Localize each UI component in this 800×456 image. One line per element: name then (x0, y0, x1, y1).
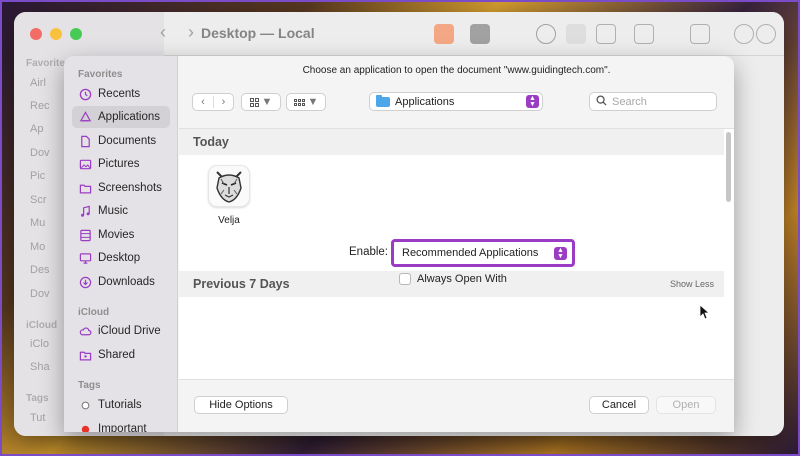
location-select-value: Applications (395, 95, 455, 108)
always-open-with-label: Always Open With (417, 273, 507, 285)
sidebar-item-label: Documents (98, 135, 157, 147)
picture-icon (79, 158, 92, 171)
open-button[interactable]: Open (656, 396, 716, 414)
location-select[interactable]: Applications ▲ ▼ (369, 92, 543, 111)
sidebar-item-label: Screenshots (98, 182, 162, 194)
document-icon (79, 135, 92, 148)
sidebar-item-label: Downloads (98, 276, 155, 288)
tags-heading: Tags (78, 380, 101, 391)
folder-icon (376, 94, 390, 107)
sidebar-item-label: Recents (98, 88, 141, 100)
scrollbar[interactable] (725, 129, 732, 209)
sidebar-item-recents[interactable]: Recents (72, 83, 170, 105)
search-icon (596, 93, 607, 111)
tag-dot-icon (79, 399, 92, 412)
app-label: Velja (218, 215, 240, 226)
sidebar-item-label: iCloud Drive (98, 325, 161, 337)
open-with-dialog: Favorites Recents Applications Documents… (64, 56, 734, 432)
section-title: Previous 7 Days (193, 277, 290, 291)
always-open-with-option[interactable]: Always Open With (399, 273, 507, 285)
sidebar-item-shared[interactable]: Shared (72, 344, 170, 366)
back-forward-buttons: ‹ › (192, 93, 234, 111)
film-icon (79, 229, 92, 242)
sidebar-tag-important[interactable]: Important (72, 418, 170, 432)
always-open-with-checkbox[interactable] (399, 273, 411, 285)
sidebar-item-applications[interactable]: Applications (72, 106, 170, 128)
desktop-icon (79, 252, 92, 265)
folder-icon (79, 182, 92, 195)
sidebar-item-label: Music (98, 205, 129, 217)
section-title: Today (193, 135, 229, 149)
sidebar-item-downloads[interactable]: Downloads (72, 271, 170, 293)
gallery-grid-icon (293, 98, 305, 106)
dialog-main: Choose an application to open the docume… (179, 56, 734, 432)
mouse-cursor-icon (699, 304, 709, 320)
back-button[interactable]: ‹ (193, 96, 213, 108)
sidebar-item-icloud-drive[interactable]: iCloud Drive (72, 320, 170, 342)
search-input[interactable] (612, 95, 712, 108)
sidebar-item-label: Shared (98, 349, 136, 361)
favorites-heading: Favorites (78, 69, 123, 80)
search-field[interactable] (589, 92, 717, 111)
scrollbar-thumb[interactable] (726, 132, 731, 202)
clock-icon (79, 88, 92, 101)
icon-view-button[interactable]: ▼ (241, 93, 281, 111)
dialog-sidebar: Favorites Recents Applications Documents… (64, 56, 178, 432)
velja-app-icon (208, 165, 250, 207)
sidebar-item-label: Movies (98, 229, 135, 241)
sidebar-item-movies[interactable]: Movies (72, 224, 170, 246)
sidebar-item-label: Important (98, 423, 147, 432)
popup-stepper-icon: ▲ ▼ (554, 247, 567, 260)
applications-icon (79, 110, 92, 124)
enable-select-value: Recommended Applications (402, 247, 539, 259)
chevron-down-icon: ▼ (261, 96, 273, 108)
cloud-icon (79, 325, 92, 338)
chevron-down-icon: ▼ (307, 96, 319, 108)
sidebar-tag-tutorials[interactable]: Tutorials (72, 394, 170, 416)
section-header-today: Today (179, 129, 724, 155)
sidebar-item-pictures[interactable]: Pictures (72, 153, 170, 175)
download-icon (79, 276, 92, 289)
sidebar-item-label: Tutorials (98, 399, 142, 411)
popup-stepper-icon: ▲ ▼ (526, 95, 539, 108)
forward-button[interactable]: › (212, 96, 233, 108)
music-icon (79, 205, 92, 218)
sidebar-item-label: Desktop (98, 252, 141, 264)
show-less-link[interactable]: Show Less (670, 279, 714, 289)
sidebar-item-documents[interactable]: Documents (72, 130, 170, 152)
sidebar-item-label: Pictures (98, 158, 140, 170)
sidebar-item-label: Applications (98, 111, 161, 123)
shared-folder-icon (79, 349, 92, 362)
sidebar-item-music[interactable]: Music (72, 200, 170, 222)
app-item-velja[interactable]: Velja (203, 165, 255, 226)
group-view-button[interactable]: ▼ (286, 93, 326, 111)
grid-icon (249, 97, 259, 107)
icloud-heading: iCloud (78, 307, 110, 318)
cancel-button[interactable]: Cancel (589, 396, 649, 414)
enable-select[interactable]: Recommended Applications ▲ ▼ (397, 244, 569, 262)
sidebar-item-screenshots[interactable]: Screenshots (72, 177, 170, 199)
dialog-prompt: Choose an application to open the docume… (302, 65, 611, 76)
hide-options-button[interactable]: Hide Options (194, 396, 288, 414)
tag-dot-icon (79, 423, 92, 432)
enable-select-highlighted[interactable]: Recommended Applications ▲ ▼ (391, 239, 575, 267)
enable-label: Enable: (349, 246, 389, 258)
sidebar-item-desktop[interactable]: Desktop (72, 247, 170, 269)
